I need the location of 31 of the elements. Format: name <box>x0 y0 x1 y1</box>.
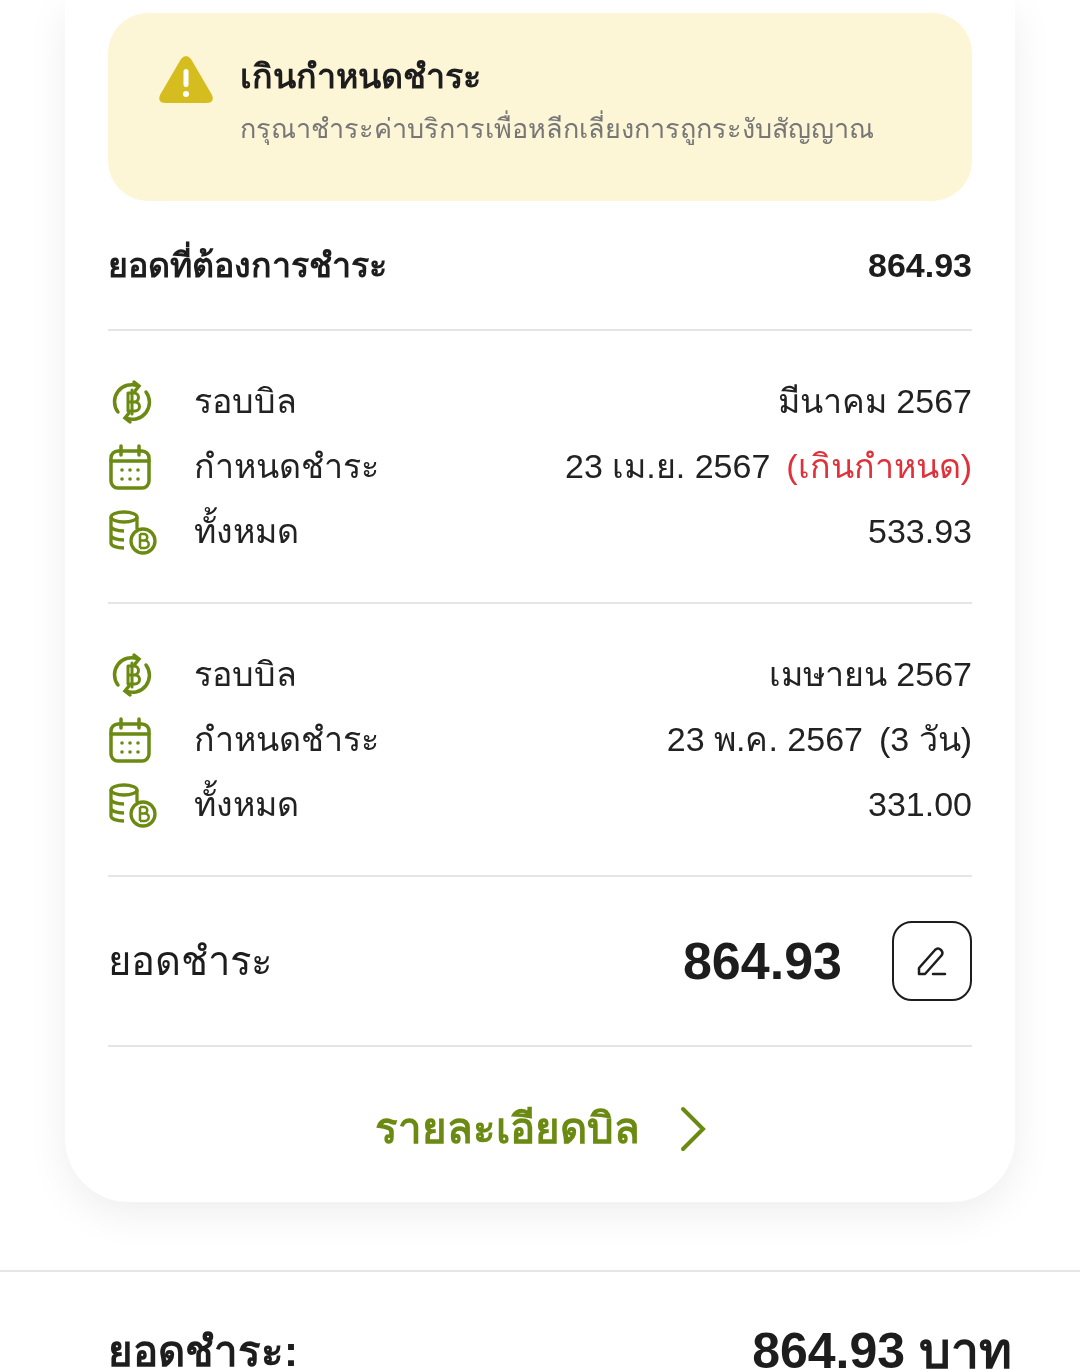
coins-icon <box>108 508 158 555</box>
bill-label: รอบบิล <box>194 654 297 695</box>
calendar-icon <box>108 442 152 491</box>
bill-label: ทั้งหมด <box>194 779 299 830</box>
footer-total-value: 864.93 บาท <box>752 1321 1012 1370</box>
amount-due-value: 864.93 <box>868 244 972 286</box>
bill-label: กำหนดชำระ <box>194 446 379 487</box>
payment-label: ยอดชำระ <box>108 938 272 985</box>
warning-message: กรุณาชำระค่าบริการเพื่อหลีกเลี่ยงการถูกระงับสัญญาณ <box>240 109 874 150</box>
due-status: (เกินกำหนด) <box>786 446 972 487</box>
payment-amount: 864.93 <box>682 931 842 992</box>
bill-value: เมษายน 2567 <box>768 654 972 695</box>
edit-button[interactable] <box>892 921 972 1001</box>
due-status: (3 วัน) <box>879 719 972 760</box>
bill-details-link[interactable]: รายละเอียดบิล <box>374 1097 706 1160</box>
bill-value: มีนาคม 2567 <box>777 381 972 422</box>
coins-icon <box>108 781 158 828</box>
bill-value: 331.00 <box>868 784 972 825</box>
bill-value: 533.93 <box>868 511 972 552</box>
pencil-icon <box>915 944 949 978</box>
chevron-right-icon <box>679 1105 706 1152</box>
warning-icon <box>158 55 214 105</box>
bill-label: กำหนดชำระ <box>194 719 379 760</box>
footer-total-label: ยอดชำระ: <box>108 1326 298 1370</box>
bill-label: รอบบิล <box>194 381 297 422</box>
warning-title: เกินกำหนดชำระ <box>240 56 482 97</box>
bill-value: 23 พ.ค. 2567 <box>666 719 863 760</box>
amount-due-label: ยอดที่ต้องการชำระ <box>108 239 387 291</box>
bill-value: 23 เม.ย. 2567 <box>565 446 771 487</box>
calendar-icon <box>108 715 152 764</box>
bill-label: ทั้งหมด <box>194 506 299 557</box>
